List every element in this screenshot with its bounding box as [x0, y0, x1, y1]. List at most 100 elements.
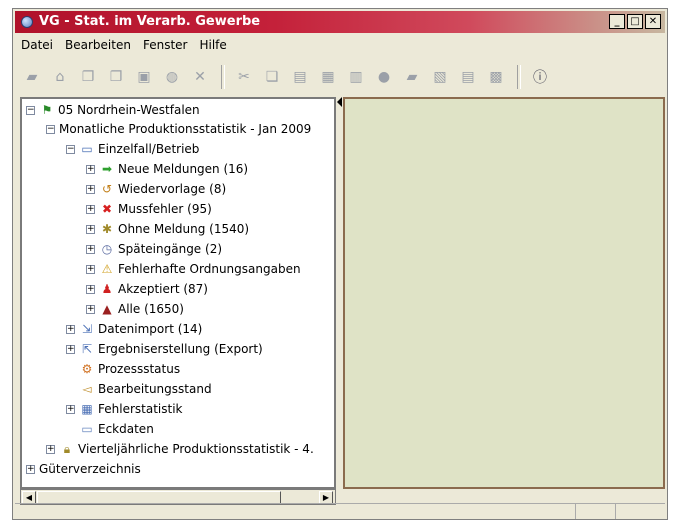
tree-fehlerstat[interactable]: + ▦ Fehlerstatistik — [66, 399, 182, 419]
menu-bar: Datei Bearbeiten Fenster Hilfe — [15, 35, 665, 55]
expand-icon[interactable]: + — [86, 264, 95, 274]
expand-icon[interactable]: + — [46, 444, 55, 454]
home-icon[interactable]: ⌂ — [49, 66, 71, 88]
expand-icon[interactable]: + — [86, 224, 95, 234]
chart-icon[interactable]: ▧ — [429, 66, 451, 88]
collapse-icon[interactable]: − — [26, 105, 35, 115]
refresh-icon[interactable]: ◍ — [161, 66, 183, 88]
tree-quarterly[interactable]: + 🔒︎ Vierteljährliche Produktionsstatist… — [46, 439, 314, 459]
menu-datei[interactable]: Datei — [21, 38, 53, 52]
title-bar[interactable]: VG - Stat. im Verarb. Gewerbe _ □ ✕ — [15, 11, 665, 33]
tree-item-label: Fehlerhafte Ordnungsangaben — [118, 262, 301, 276]
tree-item-label: Mussfehler (95) — [118, 202, 212, 216]
expand-icon[interactable]: + — [66, 324, 75, 334]
window-controls: _ □ ✕ — [609, 14, 661, 29]
tree-eckdaten[interactable]: ▭ Eckdaten — [79, 419, 154, 439]
tree-item-label: Alle (1650) — [118, 302, 184, 316]
status-cell — [575, 504, 616, 519]
tree-item-label: Späteingänge (2) — [118, 242, 223, 256]
tree-einzelfall-label: Einzelfall/Betrieb — [98, 142, 200, 156]
maximize-button[interactable]: □ — [627, 14, 643, 29]
tree-gueter[interactable]: + Güterverzeichnis — [26, 459, 141, 479]
tree-item[interactable]: + ◷ Späteingänge (2) — [86, 239, 222, 259]
table-icon: ▦ — [81, 402, 93, 416]
tree-item[interactable]: + ➡ Neue Meldungen (16) — [86, 159, 248, 179]
tree-ergebnis[interactable]: + ⇱ Ergebniserstellung (Export) — [66, 339, 263, 359]
collapse-icon[interactable]: − — [66, 144, 75, 154]
tree-item[interactable]: + ✖ Mussfehler (95) — [86, 199, 212, 219]
table-icon[interactable]: ▦ — [317, 66, 339, 88]
tree-item-label: Ohne Meldung (1540) — [118, 222, 250, 236]
open-icon[interactable]: ▰ — [21, 66, 43, 88]
list-icon[interactable]: ▤ — [457, 66, 479, 88]
factory-icon: ▲ — [102, 302, 112, 316]
toolbar-separator-2 — [517, 65, 521, 89]
tree-eckdaten-label: Eckdaten — [98, 422, 154, 436]
expand-icon[interactable]: + — [86, 184, 95, 194]
status-bar — [15, 503, 665, 519]
close-button[interactable]: ✕ — [645, 14, 661, 29]
tree-item[interactable]: + ♟ Akzeptiert (87) — [86, 279, 208, 299]
tree-item[interactable]: + ⚠ Fehlerhafte Ordnungsangaben — [86, 259, 301, 279]
export-icon: ⇱ — [81, 342, 93, 356]
close-icon[interactable]: ✕ — [189, 66, 211, 88]
splitter-arrow-icon[interactable] — [337, 97, 342, 107]
warning-document-icon: ⚠ — [101, 262, 113, 276]
info-icon[interactable]: ⓘ — [529, 66, 551, 88]
tree-datenimport[interactable]: + ⇲ Datenimport (14) — [66, 319, 202, 339]
toolbar: ▰ ⌂ ❐ ❐ ▣ ◍ ✕ ✂ ❏ ▤ ▦ ▥ ● ▰ ▧ ▤ ▩ ⓘ — [15, 61, 665, 93]
expand-icon[interactable]: + — [86, 204, 95, 214]
tree-monthly-label: Monatliche Produktionsstatistik - Jan 20… — [59, 122, 312, 136]
tree-root[interactable]: − ⚑ 05 Nordrhein-Westfalen — [26, 100, 200, 120]
tree-root-label: 05 Nordrhein-Westfalen — [58, 103, 200, 117]
expand-icon[interactable]: + — [66, 344, 75, 354]
tree-item-label: Akzeptiert (87) — [118, 282, 208, 296]
expand-icon[interactable]: + — [86, 304, 95, 314]
globe-icon[interactable]: ● — [373, 66, 395, 88]
menu-hilfe[interactable]: Hilfe — [199, 38, 226, 52]
tree-datenimport-label: Datenimport (14) — [98, 322, 203, 336]
toolbar-separator — [221, 65, 225, 89]
menu-fenster[interactable]: Fenster — [143, 38, 188, 52]
paste-icon[interactable]: ❐ — [105, 66, 127, 88]
tree-prozess-label: Prozessstatus — [98, 362, 181, 376]
copy2-icon[interactable]: ❏ — [261, 66, 283, 88]
tree-bearbeitung[interactable]: ◅ Bearbeitungsstand — [79, 379, 211, 399]
tree-fehlerstat-label: Fehlerstatistik — [98, 402, 183, 416]
tree-monthly[interactable]: − Monatliche Produktionsstatistik - Jan … — [46, 119, 311, 139]
expand-icon[interactable]: + — [86, 244, 95, 254]
folder-icon[interactable]: ▰ — [401, 66, 423, 88]
expand-icon[interactable]: + — [66, 404, 75, 414]
tree-item-label: Wiedervorlage (8) — [118, 182, 227, 196]
grid-icon[interactable]: ▥ — [345, 66, 367, 88]
tree-prozess[interactable]: ⚙ Prozessstatus — [79, 359, 181, 379]
document-icon: ▭ — [81, 422, 93, 436]
import-icon: ⇲ — [81, 322, 93, 336]
detail-panel — [343, 97, 665, 489]
tree-item[interactable]: + ▲ Alle (1650) — [86, 299, 184, 319]
window-title: VG - Stat. im Verarb. Gewerbe — [39, 14, 261, 29]
print-icon[interactable]: ▤ — [289, 66, 311, 88]
resubmit-icon: ↺ — [101, 182, 113, 196]
copy-icon[interactable]: ❐ — [77, 66, 99, 88]
expand-icon[interactable]: + — [86, 284, 95, 294]
collapse-icon[interactable]: − — [46, 124, 55, 134]
lock-icon: 🔒︎ — [63, 441, 71, 456]
expand-icon[interactable]: + — [26, 464, 35, 474]
tree-einzelfall[interactable]: − ▭ Einzelfall/Betrieb — [66, 139, 199, 159]
error-icon: ✖ — [101, 202, 113, 216]
save-icon[interactable]: ▣ — [133, 66, 155, 88]
tree-item[interactable]: + ↺ Wiedervorlage (8) — [86, 179, 226, 199]
tree-ergebnis-label: Ergebniserstellung (Export) — [98, 342, 263, 356]
app-icon[interactable] — [21, 16, 33, 28]
report-icon[interactable]: ▩ — [485, 66, 507, 88]
tree-item-label: Neue Meldungen (16) — [118, 162, 249, 176]
minimize-button[interactable]: _ — [609, 14, 625, 29]
tree-panel[interactable]: − ⚑ 05 Nordrhein-Westfalen − Monatliche … — [20, 97, 336, 489]
app-window: VG - Stat. im Verarb. Gewerbe _ □ ✕ Date… — [12, 8, 668, 520]
cut-icon[interactable]: ✂ — [233, 66, 255, 88]
accepted-person-icon: ♟ — [101, 282, 113, 296]
menu-bearbeiten[interactable]: Bearbeiten — [65, 38, 131, 52]
tree-item[interactable]: + ✱ Ohne Meldung (1540) — [86, 219, 249, 239]
expand-icon[interactable]: + — [86, 164, 95, 174]
